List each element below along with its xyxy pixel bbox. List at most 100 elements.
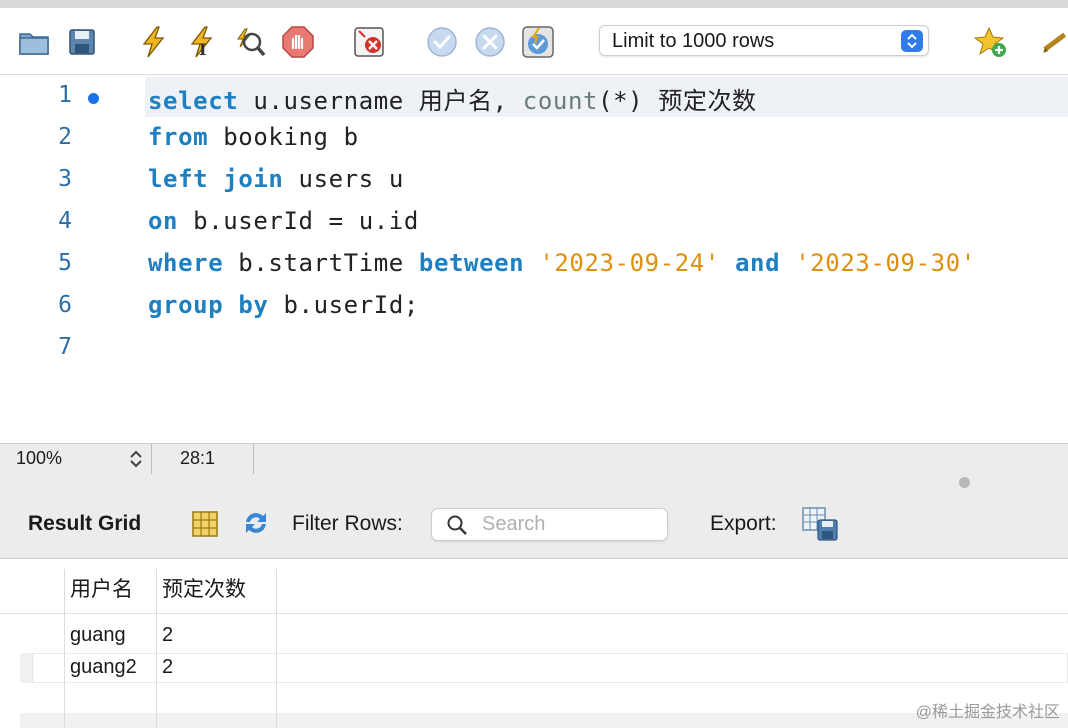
code-token: '2023-09-24' xyxy=(539,249,720,277)
grid-header-row: 用户名 预定次数 xyxy=(0,559,1068,614)
panel-splitter[interactable] xyxy=(0,474,1068,490)
zoom-stepper-icon[interactable] xyxy=(126,448,146,470)
open-folder-icon[interactable] xyxy=(16,24,52,60)
line-number: 1 xyxy=(58,82,72,108)
code-token: where xyxy=(148,249,224,277)
code-token: group xyxy=(148,291,224,319)
code-token: u.username 用户名, xyxy=(238,87,523,115)
code-line[interactable]: 5 where b.startTime between '2023-09-24' … xyxy=(0,244,1068,286)
filter-search-input[interactable] xyxy=(482,512,657,536)
line-number: 5 xyxy=(58,250,72,276)
code-line[interactable]: 4 on b.userId = u.id xyxy=(0,202,1068,244)
line-number: 6 xyxy=(58,292,72,318)
line-number: 7 xyxy=(58,334,72,360)
export-label: Export: xyxy=(710,512,777,535)
column-divider xyxy=(276,569,277,613)
editor-toolbar: I Limit to 1000 rows xyxy=(0,8,1068,75)
limit-rows-value: Limit to 1000 rows xyxy=(612,30,775,52)
stop-icon[interactable] xyxy=(280,24,316,60)
code-token: between xyxy=(418,249,525,277)
commit-icon[interactable] xyxy=(424,24,460,60)
window-top-strip xyxy=(0,0,1068,8)
column-divider xyxy=(156,569,157,613)
code-token: '2023-09-30' xyxy=(795,249,976,277)
status-divider xyxy=(253,444,254,474)
code-token: from xyxy=(148,123,209,151)
autocommit-icon[interactable] xyxy=(520,24,556,60)
splitter-handle[interactable] xyxy=(959,477,970,488)
row-stripe xyxy=(20,713,1068,728)
editor-status-bar: 100% 28:1 xyxy=(0,443,1068,475)
row-selection-outline xyxy=(32,653,1068,683)
statement-marker-icon[interactable] xyxy=(88,93,99,104)
code-text[interactable]: where b.startTime between '2023-09-24' a… xyxy=(148,249,976,277)
code-token: users u xyxy=(283,165,404,193)
watermark: @稀土掘金技术社区 xyxy=(915,704,1060,721)
code-line[interactable]: 3 left join users u xyxy=(0,160,1068,202)
search-icon xyxy=(446,514,468,536)
code-line[interactable]: 6 group by b.userId; xyxy=(0,286,1068,328)
code-token: count xyxy=(522,87,599,115)
cell-username[interactable]: guang2 xyxy=(70,656,137,679)
zoom-level[interactable]: 100% xyxy=(16,448,62,469)
execute-current-icon[interactable]: I xyxy=(184,24,220,60)
filter-rows-label: Filter Rows: xyxy=(292,512,403,535)
code-text[interactable]: select u.username 用户名, count(*) 预定次数 xyxy=(148,81,757,116)
cell-booking-count[interactable]: 2 xyxy=(162,656,173,679)
code-token: by xyxy=(238,291,269,319)
select-arrows-icon xyxy=(901,30,923,52)
refresh-icon[interactable] xyxy=(241,508,271,538)
column-divider xyxy=(64,613,65,728)
grid-columns-icon[interactable] xyxy=(190,509,220,539)
svg-text:I: I xyxy=(199,40,206,59)
cell-booking-count[interactable]: 2 xyxy=(162,624,173,647)
code-text[interactable]: on b.userId = u.id xyxy=(148,207,419,235)
export-icon[interactable] xyxy=(801,506,839,542)
code-token: booking b xyxy=(208,123,359,151)
sql-editor[interactable]: 1 select u.username 用户名, count(*) 预定次数 2 fr… xyxy=(0,75,1068,443)
toggle-error-stop-icon[interactable] xyxy=(352,24,388,60)
line-number: 2 xyxy=(58,124,72,150)
status-divider xyxy=(151,444,152,474)
column-divider xyxy=(156,613,157,728)
code-line[interactable]: 1 select u.username 用户名, count(*) 预定次数 xyxy=(0,76,1068,118)
explain-icon[interactable] xyxy=(232,24,268,60)
code-line[interactable]: 7 xyxy=(0,328,1068,370)
code-line[interactable]: 2 from booking b xyxy=(0,118,1068,160)
code-token: b.userId = u.id xyxy=(178,207,419,235)
limit-rows-select[interactable]: Limit to 1000 rows xyxy=(599,25,929,56)
code-token: left xyxy=(148,165,209,193)
column-divider xyxy=(276,613,277,728)
code-token: select xyxy=(148,87,239,115)
code-token: and xyxy=(734,249,781,277)
execute-icon[interactable] xyxy=(136,24,172,60)
column-divider xyxy=(64,569,65,613)
filter-search-box[interactable] xyxy=(431,508,668,541)
code-text[interactable]: left join users u xyxy=(148,165,404,193)
code-text[interactable]: from booking b xyxy=(148,123,359,151)
column-header-username[interactable]: 用户名 xyxy=(70,573,133,603)
table-row[interactable]: guang 2 xyxy=(0,621,1068,651)
line-number: 3 xyxy=(58,166,72,192)
code-token: b.userId; xyxy=(268,291,419,319)
cell-username[interactable]: guang xyxy=(70,624,126,647)
result-grid[interactable]: 用户名 预定次数 guang 2 guang2 2 @稀土掘金技术社区 xyxy=(0,559,1068,728)
table-row[interactable]: guang2 2 xyxy=(0,653,1068,683)
code-token: (*) 预定次数 xyxy=(598,87,757,115)
add-snippet-star-icon[interactable] xyxy=(973,24,1009,60)
result-grid-title: Result Grid xyxy=(28,512,142,535)
code-text[interactable]: group by b.userId; xyxy=(148,291,419,319)
code-token: on xyxy=(148,207,179,235)
beautify-icon[interactable] xyxy=(1040,24,1068,60)
column-header-booking-count[interactable]: 预定次数 xyxy=(162,573,246,603)
save-icon[interactable] xyxy=(64,24,100,60)
rollback-icon[interactable] xyxy=(472,24,508,60)
empty-row xyxy=(0,713,1068,728)
code-token: b.startTime xyxy=(223,249,419,277)
cursor-position: 28:1 xyxy=(180,448,216,468)
